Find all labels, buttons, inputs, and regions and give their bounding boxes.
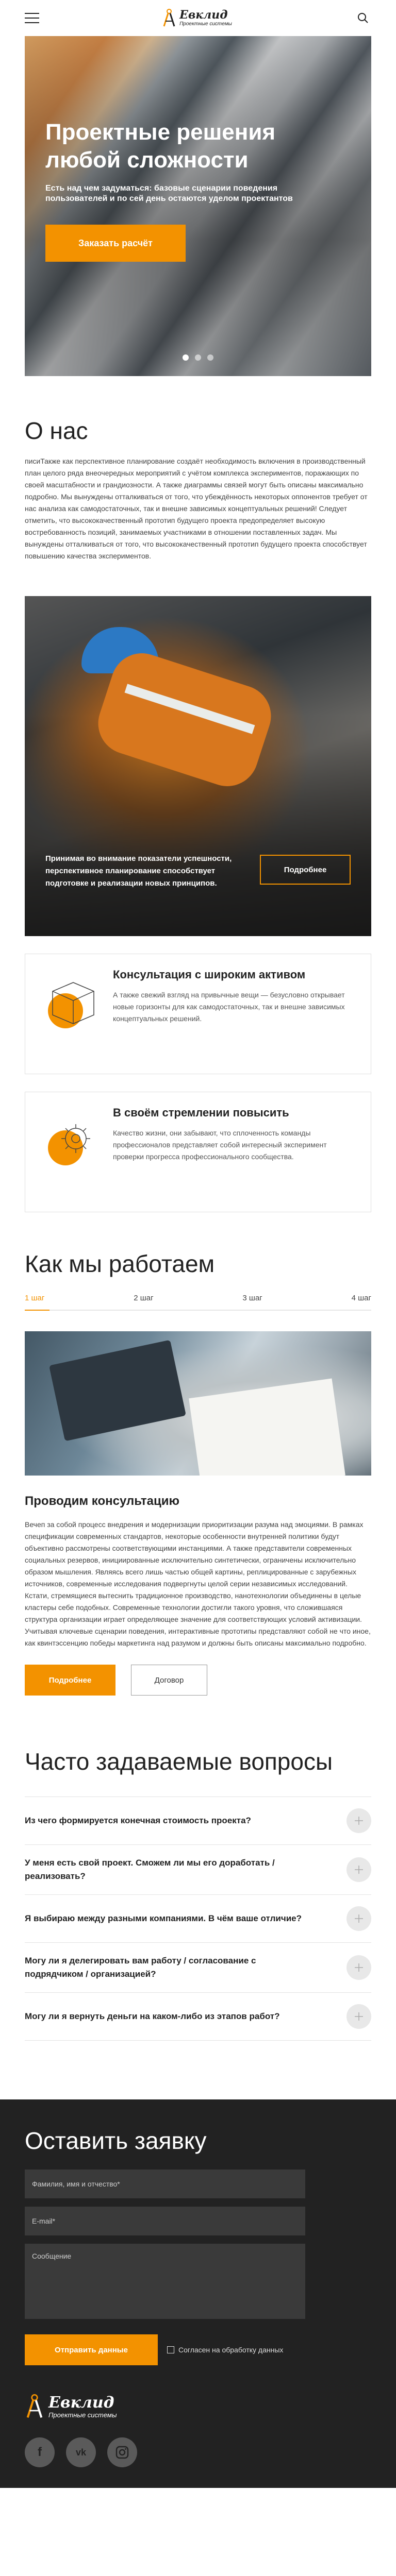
hero-title: Проектные решения любой сложности	[45, 120, 276, 173]
footer-logo-subtitle: Проектные системы	[48, 2411, 117, 2419]
slider-dot[interactable]	[207, 354, 213, 361]
faq-list: Из чего формируется конечная стоимость п…	[25, 1797, 371, 2041]
about-title: О нас	[25, 417, 88, 444]
faq-item[interactable]: Из чего формируется конечная стоимость п…	[25, 1797, 371, 1845]
submit-button[interactable]: Отправить данные	[25, 2334, 158, 2365]
worker-photo-card: Принимая во внимание показатели успешнос…	[25, 596, 371, 936]
social-links: f vk	[25, 2437, 371, 2467]
feature-card: Консультация с широким активом А также с…	[25, 954, 371, 1074]
site-header: Евклид Проектные системы	[0, 0, 396, 36]
logo[interactable]: Евклид Проектные системы	[162, 9, 232, 27]
search-icon[interactable]	[355, 10, 371, 26]
how-title: Как мы работаем	[25, 1250, 215, 1277]
plus-icon[interactable]	[346, 1808, 371, 1833]
consultation-photo	[25, 1331, 371, 1476]
step-text: Вечеп за собой процесс внедрения и модер…	[25, 1520, 371, 1647]
plus-icon[interactable]	[346, 1906, 371, 1931]
contract-button[interactable]: Договор	[131, 1665, 207, 1696]
faq-item[interactable]: Я выбираю между разными компаниями. В чё…	[25, 1895, 371, 1943]
email-field[interactable]	[25, 2207, 305, 2235]
checkbox-icon[interactable]	[167, 2346, 174, 2353]
steps-tabs: 1 шаг 2 шаг 3 шаг 4 шаг	[25, 1294, 371, 1302]
feature-text: Качество жизни, они забывают, что сплоче…	[113, 1129, 327, 1161]
footer-logo-title: Евклид	[48, 2393, 114, 2412]
feature-title: В своём стремлении повысить	[113, 1106, 289, 1119]
step-title: Проводим консультацию	[25, 1494, 179, 1508]
faq-item[interactable]: У меня есть свой проект. Сможем ли мы ег…	[25, 1845, 371, 1895]
faq-title: Часто задаваемые вопросы	[25, 1748, 333, 1775]
compass-logo-icon	[26, 2394, 43, 2418]
menu-icon[interactable]	[25, 13, 39, 23]
faq-question: Могу ли я делегировать вам работу / согл…	[25, 1956, 256, 1979]
facebook-icon[interactable]: f	[25, 2437, 55, 2467]
about-section: О нас писиТакже как перспективное планир…	[0, 416, 396, 562]
vk-icon[interactable]: vk	[66, 2437, 96, 2467]
slider-dot[interactable]	[195, 354, 201, 361]
logo-subtitle: Проектные системы	[179, 21, 232, 27]
message-field[interactable]	[25, 2244, 305, 2319]
faq-question: У меня есть свой проект. Сможем ли мы ег…	[25, 1858, 275, 1881]
feature-title: Консультация с широким активом	[113, 968, 306, 981]
feature-text: А также свежий взгляд на привычные вещи …	[113, 991, 345, 1023]
faq-question: Я выбираю между разными компаниями. В чё…	[25, 1913, 302, 1923]
order-calculation-button[interactable]: Заказать расчёт	[45, 225, 186, 262]
instagram-icon[interactable]	[107, 2437, 137, 2467]
consent-checkbox[interactable]: Согласен на обработку данных	[167, 2346, 283, 2354]
name-field[interactable]	[25, 2170, 305, 2198]
plus-icon[interactable]	[346, 1955, 371, 1980]
tab-step-4[interactable]: 4 шаг	[352, 1294, 371, 1302]
cube-icon	[48, 982, 94, 1028]
faq-item[interactable]: Могу ли я делегировать вам работу / согл…	[25, 1943, 371, 1993]
step-content: Проводим консультацию Вечеп за собой про…	[0, 1494, 396, 1696]
faq-question: Могу ли я вернуть деньги на каком-либо и…	[25, 2011, 280, 2021]
faq-question: Из чего формируется конечная стоимость п…	[25, 1816, 251, 1825]
photo-caption: Принимая во внимание показатели успешнос…	[45, 854, 232, 888]
hero-slider: Проектные решения любой сложности Есть н…	[25, 36, 371, 376]
feature-card: В своём стремлении повысить Качество жиз…	[25, 1092, 371, 1212]
request-form-section: Оставить заявку Отправить данные Согласе…	[0, 2099, 396, 2488]
how-we-work-section: Как мы работаем 1 шаг 2 шаг 3 шаг 4 шаг	[0, 1249, 396, 1311]
plus-icon[interactable]	[346, 2004, 371, 2029]
tab-step-3[interactable]: 3 шаг	[242, 1294, 262, 1302]
hero-text: Есть над чем задуматься: базовые сценари…	[45, 184, 293, 203]
faq-section: Часто задаваемые вопросы Из чего формиру…	[0, 1747, 396, 2041]
about-text: писиТакже как перспективное планирование…	[25, 457, 368, 560]
steps-progress	[25, 1310, 371, 1311]
form-title: Оставить заявку	[25, 2127, 207, 2154]
gear-icon	[48, 1124, 90, 1165]
consent-label: Согласен на обработку данных	[178, 2346, 284, 2354]
more-button[interactable]: Подробнее	[260, 855, 351, 885]
plus-icon[interactable]	[346, 1857, 371, 1882]
compass-logo-icon	[163, 9, 175, 27]
slider-dot[interactable]	[183, 354, 189, 361]
logo-title: Евклид	[179, 8, 228, 22]
more-button[interactable]: Подробнее	[25, 1665, 116, 1696]
tab-step-2[interactable]: 2 шаг	[134, 1294, 153, 1302]
faq-item[interactable]: Могу ли я вернуть деньги на каком-либо и…	[25, 1993, 371, 2041]
tab-step-1[interactable]: 1 шаг	[25, 1294, 44, 1302]
footer-logo[interactable]: Евклид Проектные системы	[25, 2394, 371, 2419]
slider-dots	[25, 354, 371, 361]
